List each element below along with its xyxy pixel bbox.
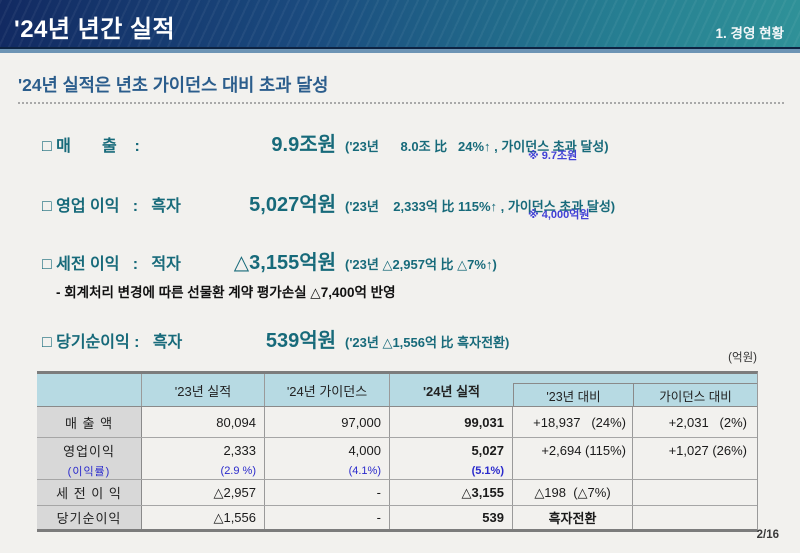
header-cell-vs-2023: '23년 대비: [513, 374, 633, 406]
table-row-profit-ratio: (이익률) (2.9 %) (4.1%) (5.1%): [37, 463, 757, 479]
dotted-divider: [18, 102, 784, 104]
header-cell-2024-guidance: '24년 가이던스: [265, 374, 390, 406]
bullet-revenue-note: ※ 9.7조원: [528, 147, 577, 163]
slide: '24년 년간 실적 1. 경영 현황 '24년 실적은 년초 가이던스 대비 …: [0, 0, 800, 553]
header-bar: '24년 년간 실적 1. 경영 현황: [0, 0, 800, 47]
table-row-revenue: 매 출 액 80,094 97,000 99,031 +18,937 (24%)…: [37, 407, 757, 438]
slide-subtitle: '24년 실적은 년초 가이던스 대비 초과 달성: [18, 72, 328, 97]
header-cell-vs-guidance: 가이던스 대비: [633, 374, 757, 406]
bullet-revenue-label: □ 매 출 :: [42, 132, 216, 156]
table-row-net-income: 당기순이익 △1,556 - 539 흑자전환: [37, 505, 757, 529]
performance-table: '23년 실적 '24년 가이던스 '24년 실적 '23년 대비 가이던스 대…: [37, 371, 758, 532]
header-cell-2024-actual: '24년 실적: [390, 374, 513, 406]
bullet-net-income-detail: ('23년 △1,556억 比 흑자전환): [336, 332, 509, 351]
bullet-revenue: □ 매 출 : 9.9조원 ('23년 8.0조 比 24%↑ , 가이던스 초…: [42, 128, 609, 157]
section-label: 1. 경영 현황: [716, 22, 784, 42]
page-number: 2/16: [757, 529, 779, 541]
header-cell-empty: [37, 374, 142, 406]
bullet-pretax-profit-detail: ('23년 △2,957억 比 △7%↑): [336, 254, 497, 273]
page-title: '24년 년간 실적: [14, 9, 175, 44]
table-unit-label: (억원): [728, 349, 757, 365]
bullet-pretax-profit-value: △3,155억원: [216, 246, 336, 275]
header-accent-line: [0, 47, 800, 53]
bullet-operating-profit-label: □ 영업 이익 : 흑자: [42, 192, 216, 216]
bullet-pretax-profit: □ 세전 이익 : 적자 △3,155억원 ('23년 △2,957억 比 △7…: [42, 246, 497, 275]
bullet-net-income: □ 당기순이익 : 흑자 539억원 ('23년 △1,556억 比 흑자전환): [42, 324, 509, 353]
table-header-row: '23년 실적 '24년 가이던스 '24년 실적 '23년 대비 가이던스 대…: [37, 374, 757, 407]
bullet-operating-profit-value: 5,027억원: [216, 188, 336, 217]
bullet-net-income-label: □ 당기순이익 : 흑자: [42, 328, 216, 352]
bullet-net-income-value: 539억원: [216, 324, 336, 353]
header-cell-2023-actual: '23년 실적: [142, 374, 265, 406]
table-row-pretax-profit: 세 전 이 익 △2,957 - △3,155 △198 (△7%): [37, 479, 757, 505]
bullet-operating-profit-note: ※ 4,000억원: [528, 206, 590, 222]
bullet-pretax-profit-label: □ 세전 이익 : 적자: [42, 250, 216, 274]
table-row-operating-profit: 영업이익 2,333 4,000 5,027 +2,694 (115%) +1,…: [37, 438, 757, 463]
bullet-pretax-profit-subnote: - 회계처리 변경에 따른 선물환 계약 평가손실 △7,400억 반영: [56, 281, 396, 301]
bullet-revenue-value: 9.9조원: [216, 128, 336, 157]
